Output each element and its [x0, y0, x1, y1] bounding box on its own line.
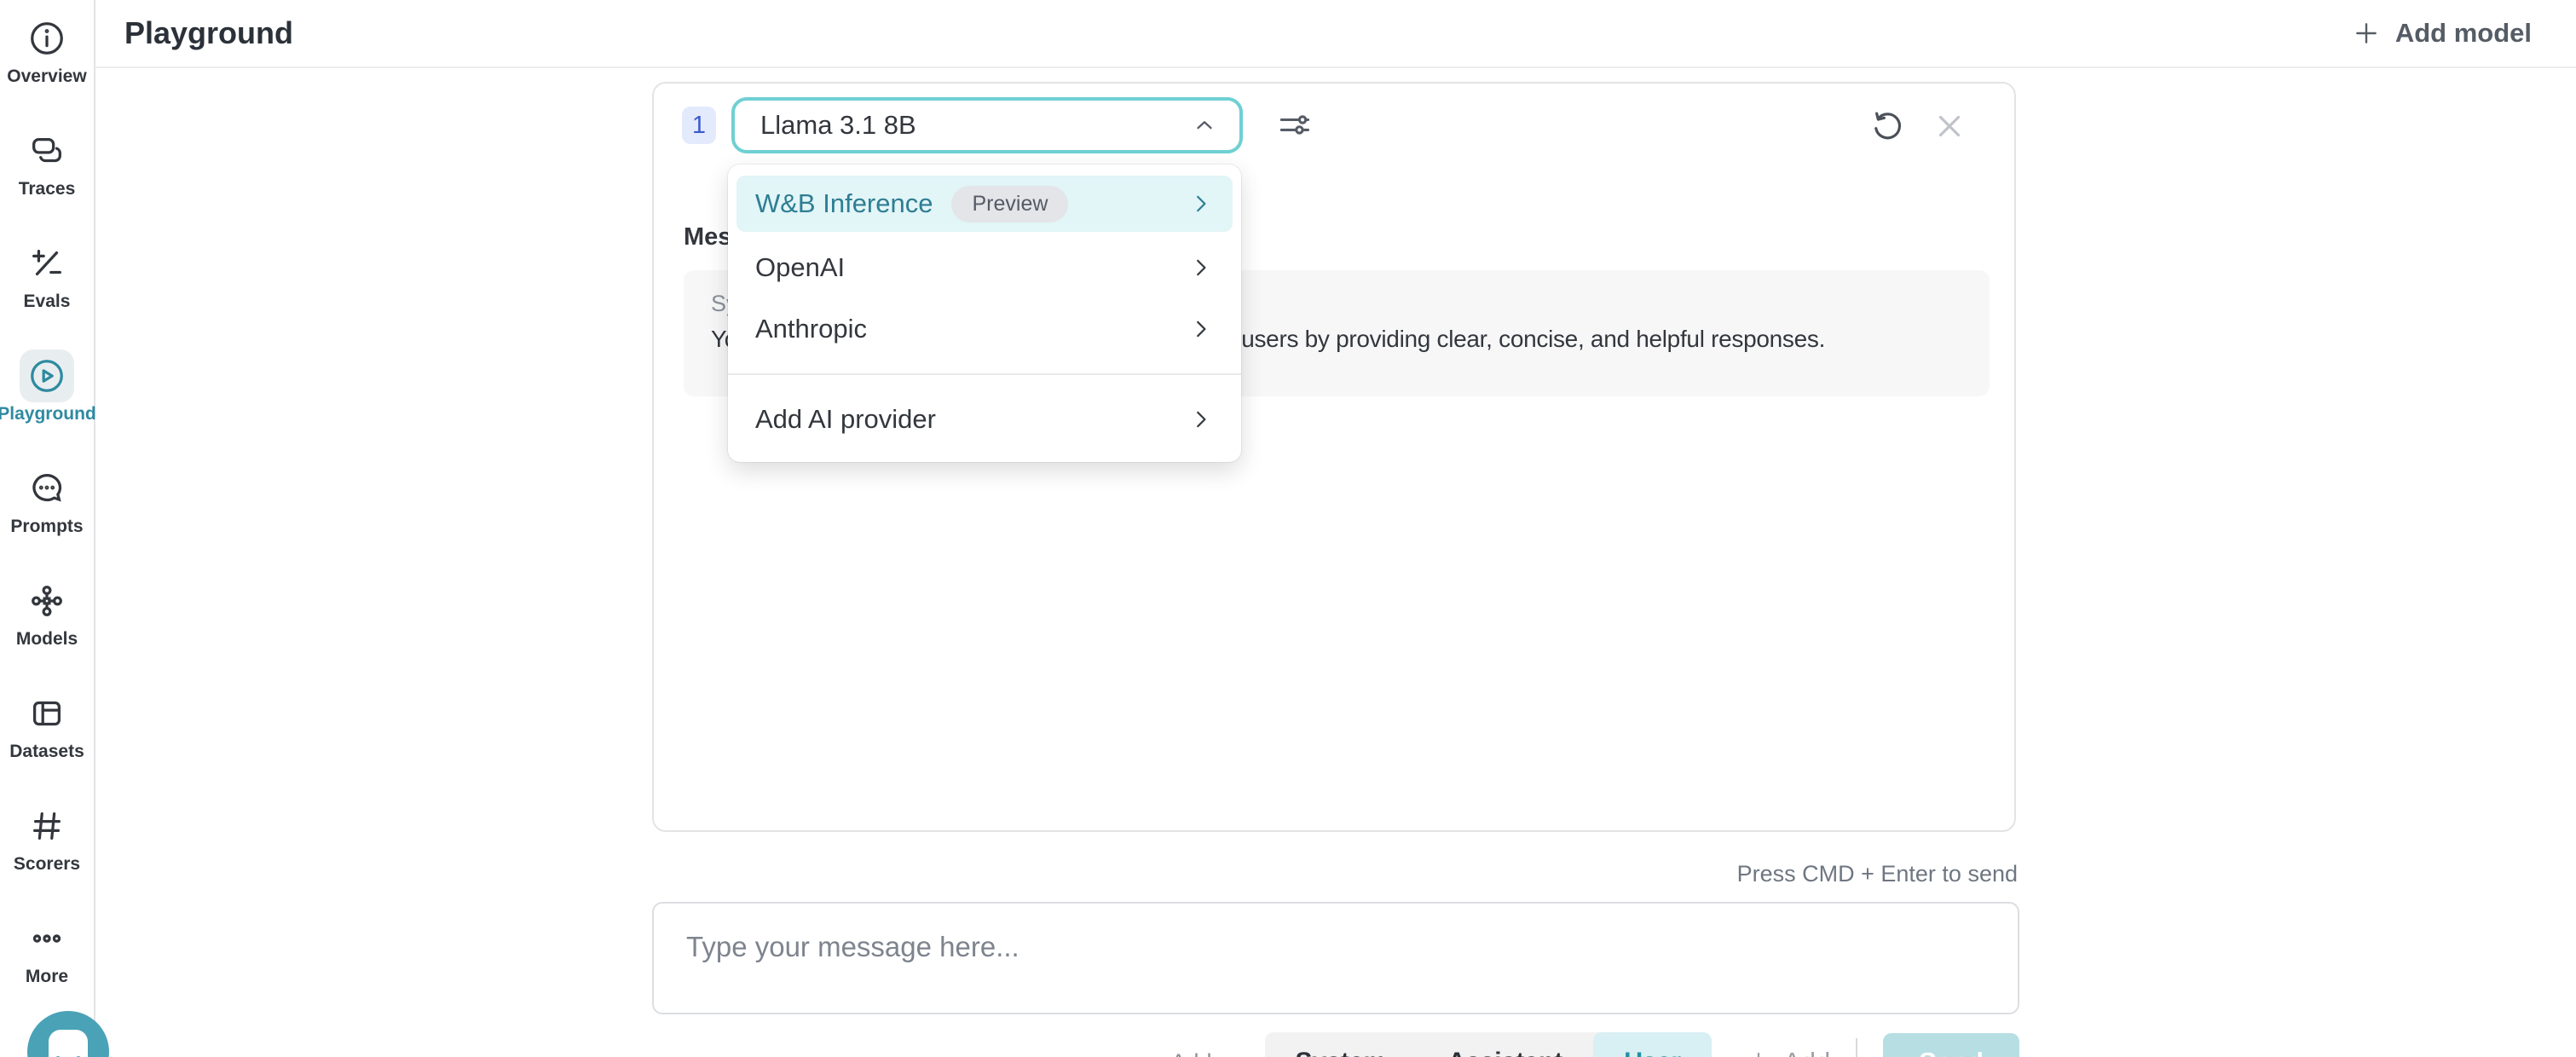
model-select[interactable]: Llama 3.1 8B [731, 97, 1243, 153]
dropdown-item-label: Add AI provider [755, 404, 936, 435]
add-model-button[interactable]: Add model [2353, 18, 2532, 49]
add-message-label: Add [1783, 1047, 1830, 1057]
add-message-button[interactable]: Add [1746, 1047, 1830, 1057]
sidebar-item-label: More [26, 967, 68, 987]
chat-widget-button[interactable] [27, 1011, 109, 1057]
evals-icon [20, 237, 74, 290]
sidebar-item-overview[interactable]: Overview [0, 12, 95, 124]
sidebar-item-playground[interactable]: Playground [0, 349, 95, 462]
model-close-button[interactable] [1926, 102, 1973, 150]
dropdown-item-anthropic[interactable]: Anthropic [736, 298, 1233, 360]
sidebar-item-evals[interactable]: Evals [0, 237, 95, 349]
dropdown-divider [728, 373, 1241, 375]
sidebar-item-more[interactable]: More [0, 912, 95, 1025]
role-segmented-control: System Assistant User [1265, 1032, 1713, 1057]
role-segment-user[interactable]: User [1593, 1032, 1712, 1057]
dropdown-item-label: OpenAI [755, 252, 845, 283]
chevron-right-icon [1188, 191, 1214, 217]
composer-divider [1856, 1038, 1857, 1057]
sidebar-item-label: Playground [0, 404, 96, 425]
provider-dropdown: W&B Inference Preview OpenAI Anthropic [728, 165, 1241, 462]
table-icon [20, 687, 74, 740]
playground-page: Overview Traces Evals [0, 0, 2576, 1057]
send-button[interactable]: Send [1883, 1033, 2019, 1057]
chevron-up-icon [1192, 113, 1217, 138]
play-circle-icon [20, 349, 74, 402]
role-segment-assistant[interactable]: Assistant [1417, 1032, 1593, 1057]
traces-icon [20, 124, 74, 177]
sidebar-item-label: Overview [7, 66, 86, 87]
send-hint: Press CMD + Enter to send [652, 861, 2018, 887]
dropdown-item-label: W&B Inference [755, 188, 933, 219]
close-icon [1932, 108, 1967, 144]
reset-icon [1868, 108, 1904, 144]
sliders-icon [1275, 106, 1313, 143]
sidebar-item-models[interactable]: Models [0, 575, 95, 687]
sidebar-item-prompts[interactable]: Prompts [0, 462, 95, 575]
chevron-right-icon [1188, 316, 1214, 342]
sidebar: Overview Traces Evals [0, 0, 95, 1057]
dropdown-item-label: Anthropic [755, 314, 867, 344]
plus-icon [2353, 20, 2380, 47]
add-as-label: Add as [1170, 1049, 1242, 1057]
info-icon [20, 12, 74, 65]
sidebar-item-label: Datasets [9, 742, 84, 762]
sidebar-item-label: Prompts [10, 517, 83, 537]
chevron-right-icon [1188, 255, 1214, 280]
dropdown-item-wandb-inference[interactable]: W&B Inference Preview [736, 176, 1233, 232]
chat-smile-icon [27, 1011, 109, 1057]
model-index-badge: 1 [682, 107, 716, 144]
dropdown-item-add-ai-provider[interactable]: Add AI provider [736, 378, 1233, 460]
sidebar-item-label: Models [16, 629, 78, 650]
page-header: Playground Add model [95, 0, 2576, 68]
sidebar-item-datasets[interactable]: Datasets [0, 687, 95, 800]
page-title: Playground [124, 15, 293, 51]
role-segment-system[interactable]: System [1265, 1032, 1418, 1057]
model-select-value: Llama 3.1 8B [760, 110, 916, 141]
model-nodes-icon [20, 575, 74, 627]
model-settings-button[interactable] [1270, 101, 1318, 148]
chevron-right-icon [1188, 407, 1214, 432]
dropdown-item-openai[interactable]: OpenAI [736, 237, 1233, 298]
hash-icon [20, 800, 74, 852]
preview-badge: Preview [951, 186, 1068, 222]
speech-bubble-icon [20, 462, 74, 515]
composer-bar: Add as System Assistant User Add Send [652, 1028, 2019, 1057]
message-input[interactable] [652, 902, 2019, 1014]
sidebar-item-traces[interactable]: Traces [0, 124, 95, 237]
model-reset-button[interactable] [1863, 102, 1910, 150]
ellipsis-icon [20, 912, 74, 965]
sidebar-item-label: Scorers [14, 854, 80, 875]
sidebar-item-label: Evals [24, 292, 71, 312]
sidebar-item-scorers[interactable]: Scorers [0, 800, 95, 912]
sidebar-item-label: Traces [19, 179, 76, 199]
add-model-label: Add model [2395, 18, 2532, 49]
plus-icon [1746, 1049, 1771, 1057]
